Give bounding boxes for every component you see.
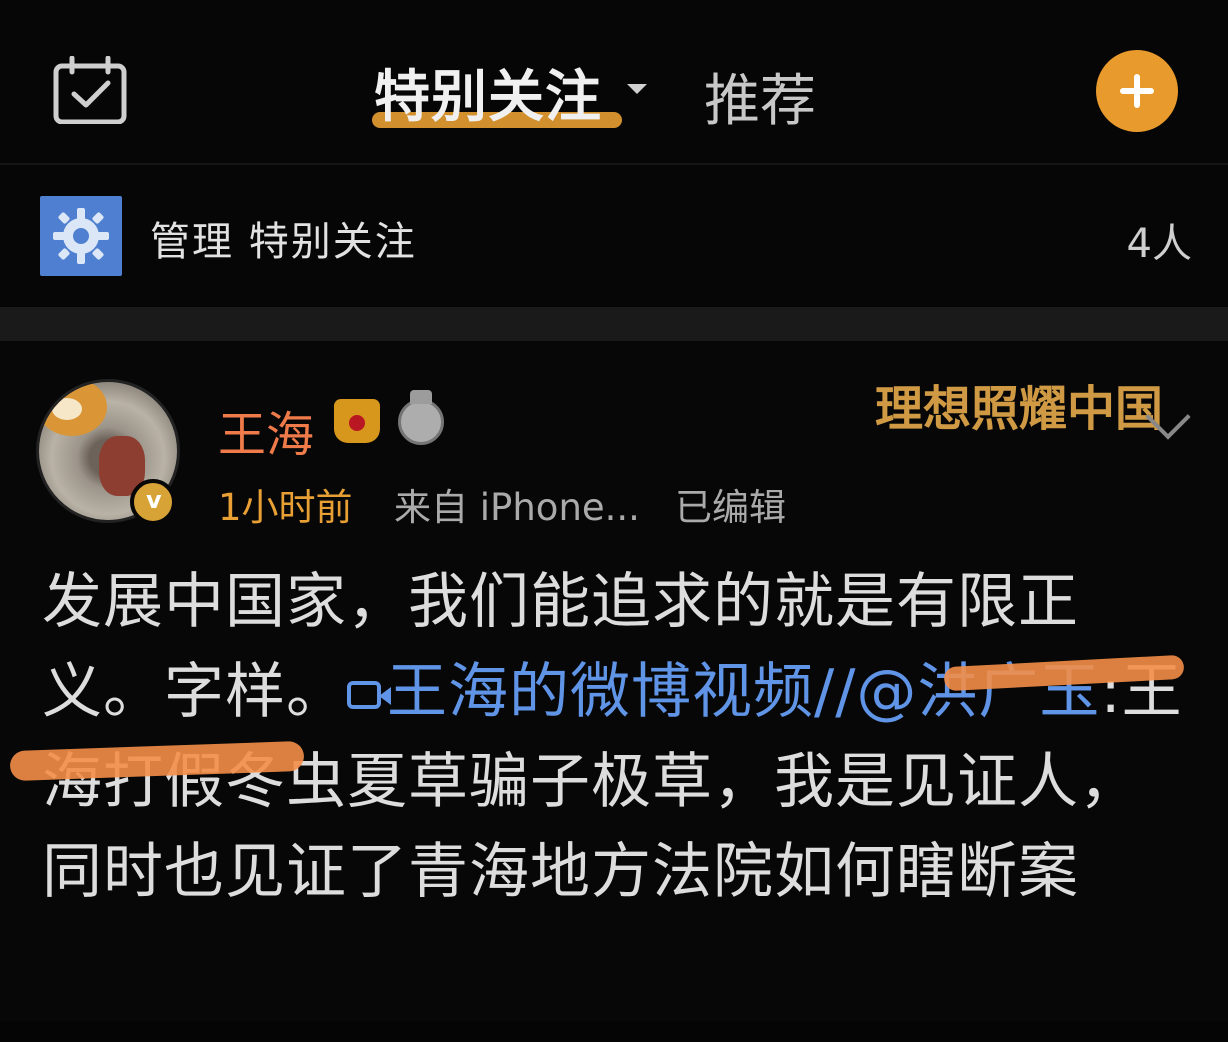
post-time: 1小时前 (218, 486, 353, 529)
video-link-text[interactable]: 王海的微博视频 (387, 657, 814, 727)
medal-icon (398, 390, 444, 445)
video-link[interactable]: 王海的微博视频 (347, 657, 814, 727)
post-card[interactable]: 王海 1小时前 来自 iPhone... 已编辑 理想照耀中国 发展中国家，我们… (0, 341, 1228, 1021)
top-navigation-bar: 特别关注 推荐 (0, 0, 1228, 165)
video-icon (347, 681, 391, 710)
section-divider (0, 307, 1228, 341)
tiger-sticker-icon (39, 382, 107, 436)
manage-special-follow-row[interactable]: 管理 特别关注 4人 (0, 165, 1228, 305)
crown-icon (334, 399, 380, 443)
add-button[interactable] (1096, 50, 1178, 132)
post-content: 发展中国家，我们能追求的就是有限正义。字样。 王海的微博视频//@洪广玉:王海打假… (42, 557, 1190, 917)
manage-label: 管理 特别关注 (150, 219, 417, 265)
topic-tag[interactable]: 理想照耀中国 (875, 369, 1163, 439)
tab-recommend[interactable]: 推荐 (704, 56, 816, 137)
author-name[interactable]: 王海 (218, 395, 314, 465)
follow-count: 4人 (1126, 221, 1192, 267)
verified-badge-icon (130, 479, 176, 525)
tab-dropdown-icon[interactable] (627, 84, 647, 94)
edited-label: 已编辑 (675, 486, 786, 529)
tab-special-follow[interactable]: 特别关注 (374, 52, 602, 133)
gear-icon (40, 196, 122, 276)
post-source: 来自 iPhone... (394, 486, 640, 529)
calendar-check-icon[interactable] (52, 56, 128, 124)
